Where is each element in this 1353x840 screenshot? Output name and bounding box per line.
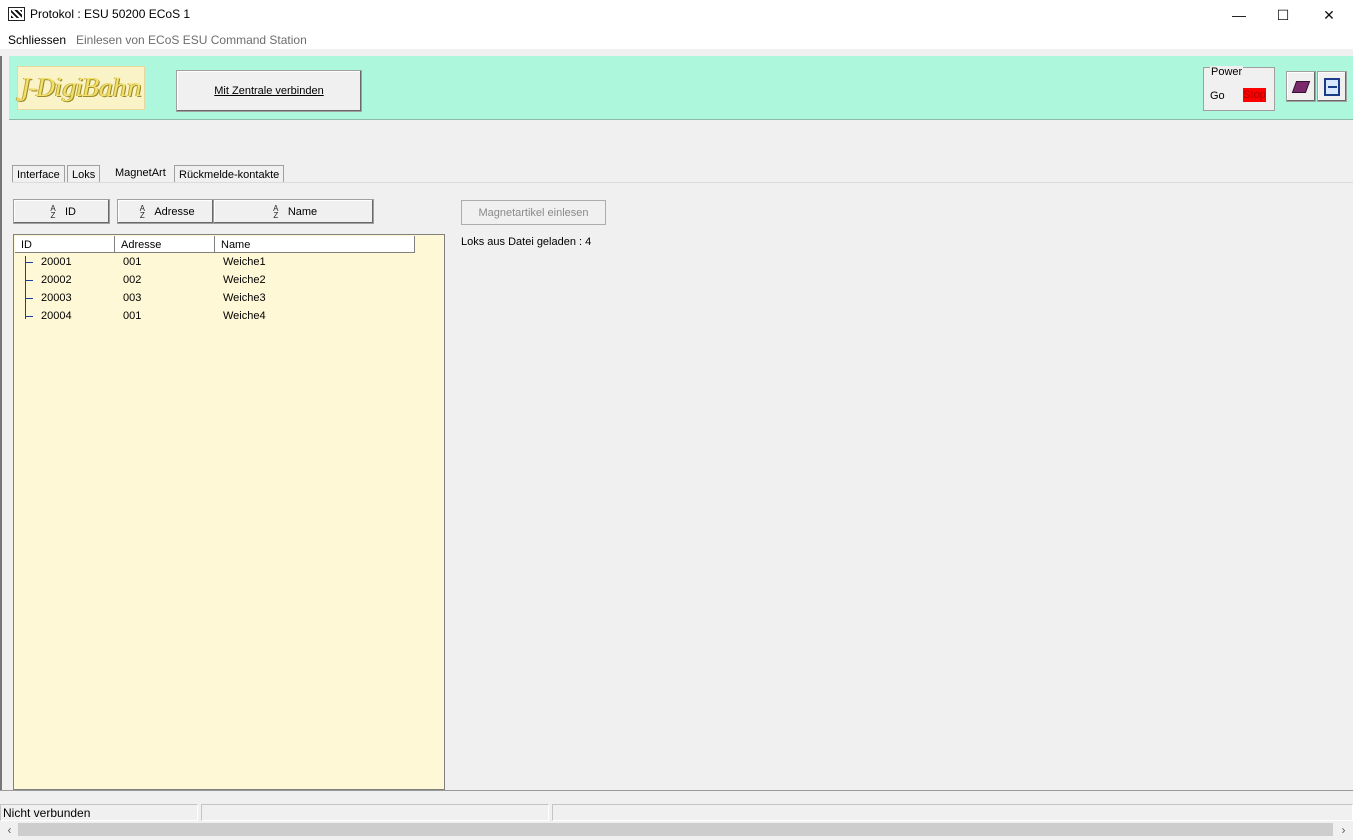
window-left-edge xyxy=(0,56,2,790)
row-adresse: 001 xyxy=(123,256,142,268)
status-panel-2 xyxy=(201,804,549,821)
column-header-adresse[interactable]: Adresse xyxy=(115,236,215,253)
loaded-count-text: Loks aus Datei geladen : 4 xyxy=(461,236,592,248)
status-connection: Nicht verbunden xyxy=(0,804,198,821)
scroll-right-icon[interactable]: › xyxy=(1335,821,1352,838)
close-button[interactable]: ✕ xyxy=(1306,0,1352,30)
magnetartikel-list[interactable]: ID Adresse Name 20001 001 Weiche1 20002 … xyxy=(13,234,445,790)
exit-button[interactable] xyxy=(1317,71,1347,102)
window-title: Protokol : ESU 50200 ECoS 1 xyxy=(30,7,191,21)
power-go-button[interactable]: Go xyxy=(1210,90,1225,102)
exit-icon xyxy=(1324,77,1340,96)
status-bar: Nicht verbunden xyxy=(0,804,1353,821)
row-adresse: 003 xyxy=(123,292,142,304)
minimize-icon: — xyxy=(1232,7,1246,23)
column-header-name[interactable]: Name xyxy=(215,236,415,253)
power-group-title: Power xyxy=(1210,66,1244,78)
tab-loks[interactable]: Loks xyxy=(67,165,101,183)
menu-bar: Schliessen Einlesen von ECoS ESU Command… xyxy=(0,30,1353,49)
sort-adresse-label: Adresse xyxy=(154,205,195,218)
power-stop-button[interactable]: Stop xyxy=(1243,88,1266,102)
tab-magnetart[interactable]: MagnetArt xyxy=(110,163,171,184)
app-icon[interactable] xyxy=(8,7,25,21)
list-item[interactable]: 20002 002 Weiche2 xyxy=(15,271,443,289)
book-icon xyxy=(1291,80,1311,93)
toolbar: J-DigiBahn Mit Zentrale verbinden Power … xyxy=(9,56,1353,120)
magnetartikel-einlesen-button[interactable]: Magnetartikel einlesen xyxy=(461,200,606,225)
tab-rueckmelde-kontakte[interactable]: Rückmelde-kontakte xyxy=(174,165,285,183)
sort-name-label: Name xyxy=(287,205,318,218)
list-header: ID Adresse Name xyxy=(15,236,415,253)
logo-text: J-DigiBahn xyxy=(20,74,143,102)
content-bottom-border xyxy=(0,790,1353,791)
row-name: Weiche1 xyxy=(223,256,266,268)
sort-az-icon: AZ xyxy=(139,203,145,220)
sort-az-icon: AZ xyxy=(273,203,279,220)
list-item[interactable]: 20004 001 Weiche4 xyxy=(15,307,443,325)
minimize-button[interactable]: — xyxy=(1216,0,1262,30)
title-bar: Protokol : ESU 50200 ECoS 1 — ☐ ✕ xyxy=(0,0,1353,30)
power-group: Power Go Stop xyxy=(1203,66,1275,111)
row-id: 20002 xyxy=(41,274,72,286)
row-id: 20004 xyxy=(41,310,72,322)
sort-adresse-button[interactable]: AZ Adresse xyxy=(117,199,214,224)
tree-connector xyxy=(26,280,33,281)
menu-einlesen-ecos[interactable]: Einlesen von ECoS ESU Command Station xyxy=(76,33,307,47)
toolbar-top-border xyxy=(0,49,1353,56)
horizontal-scrollbar[interactable]: ‹ › xyxy=(0,821,1353,838)
connect-button[interactable]: Mit Zentrale verbinden xyxy=(176,70,362,112)
row-adresse: 002 xyxy=(123,274,142,286)
tree-connector xyxy=(26,262,33,263)
row-name: Weiche4 xyxy=(223,310,266,322)
sort-name-button[interactable]: AZ Name xyxy=(213,199,374,224)
list-item[interactable]: 20001 001 Weiche1 xyxy=(15,253,443,271)
row-id: 20001 xyxy=(41,256,72,268)
row-name: Weiche3 xyxy=(223,292,266,304)
help-book-button[interactable] xyxy=(1286,71,1316,102)
tab-divider xyxy=(12,182,1353,183)
scrollbar-thumb[interactable] xyxy=(18,823,1333,836)
sort-id-button[interactable]: AZ ID xyxy=(13,199,110,224)
j-digibahn-logo: J-DigiBahn xyxy=(17,66,145,110)
tree-connector xyxy=(26,316,33,317)
list-item[interactable]: 20003 003 Weiche3 xyxy=(15,289,443,307)
close-icon: ✕ xyxy=(1323,6,1335,23)
tab-interface[interactable]: Interface xyxy=(12,165,65,183)
sort-az-icon: AZ xyxy=(50,203,56,220)
row-id: 20003 xyxy=(41,292,72,304)
sort-id-label: ID xyxy=(65,205,76,218)
menu-schliessen[interactable]: Schliessen xyxy=(8,33,66,47)
status-panel-3 xyxy=(552,804,1353,821)
row-name: Weiche2 xyxy=(223,274,266,286)
row-adresse: 001 xyxy=(123,310,142,322)
column-header-id[interactable]: ID xyxy=(15,236,115,253)
tree-connector xyxy=(26,298,33,299)
scroll-left-icon[interactable]: ‹ xyxy=(1,821,18,838)
maximize-button[interactable]: ☐ xyxy=(1260,0,1306,30)
maximize-icon: ☐ xyxy=(1276,6,1290,23)
